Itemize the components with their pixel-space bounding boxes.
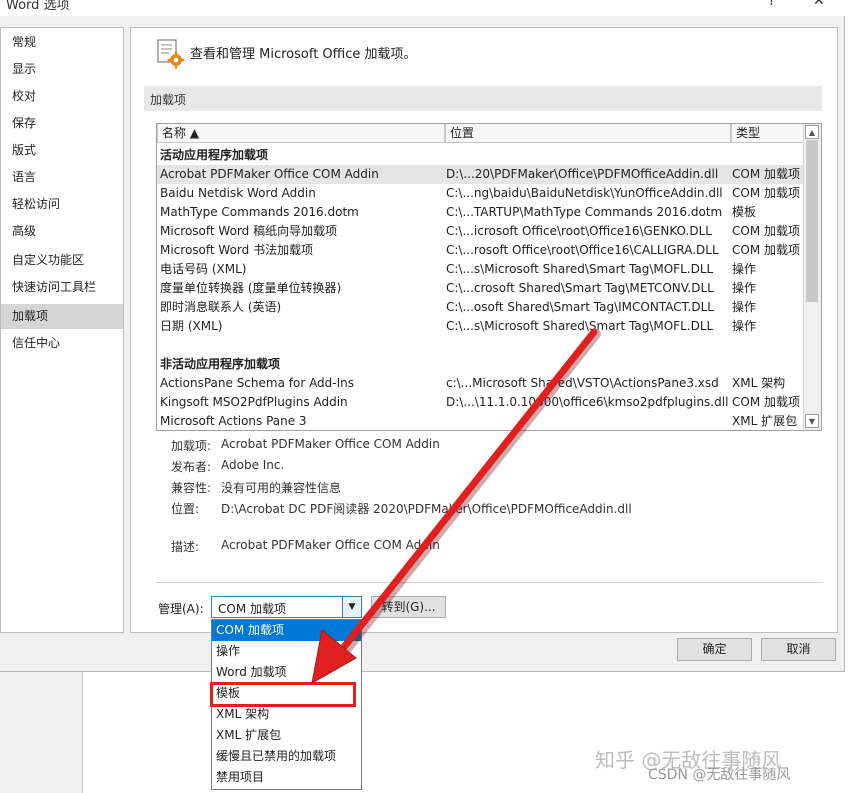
annotation-arrow [311, 328, 601, 684]
watermark-csdn: CSDN @无敌往事随风 [648, 767, 791, 783]
